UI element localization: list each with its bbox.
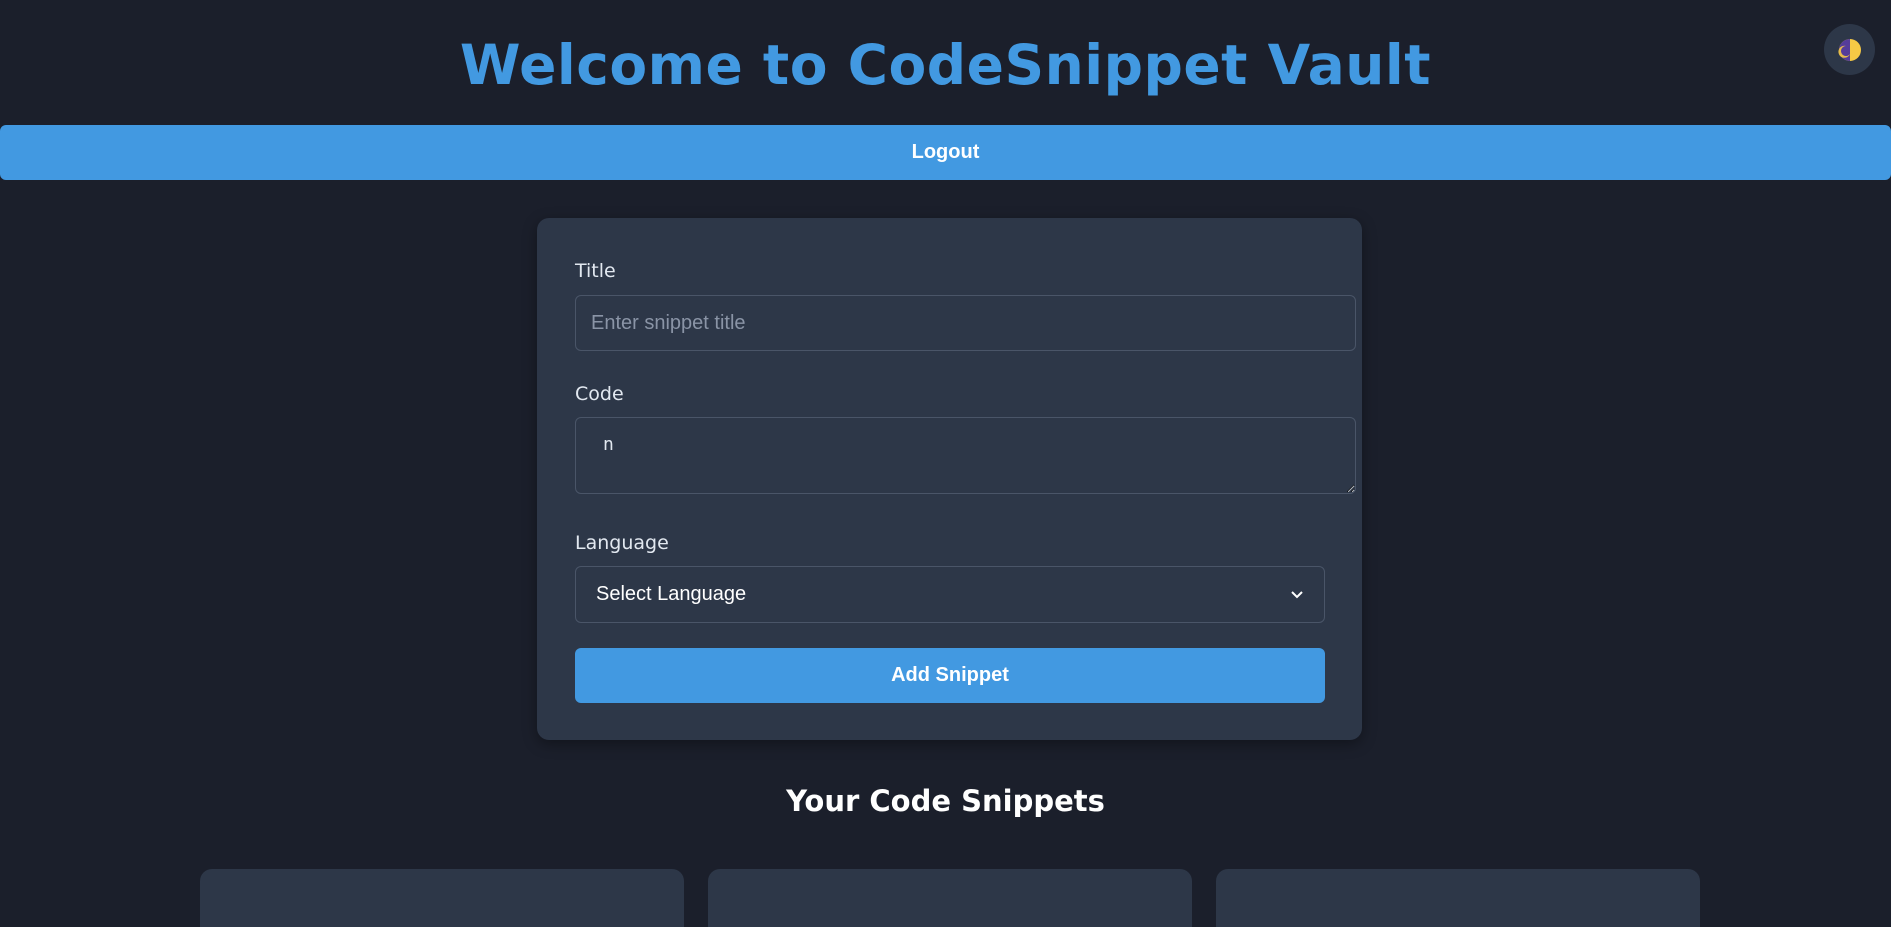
snippet-card xyxy=(200,869,684,927)
theme-toggle-button[interactable] xyxy=(1824,24,1875,75)
language-select[interactable]: Select Language xyxy=(575,566,1325,623)
section-title: Your Code Snippets xyxy=(786,784,1105,818)
snippet-card xyxy=(1216,869,1700,927)
snippet-form: Title Code n Language Select Language Ad… xyxy=(537,218,1362,740)
snippet-card xyxy=(708,869,1192,927)
add-snippet-button[interactable]: Add Snippet xyxy=(575,648,1325,703)
title-input[interactable] xyxy=(575,295,1356,351)
half-moon-icon xyxy=(1837,38,1861,61)
language-label: Language xyxy=(575,532,669,554)
language-select-value: Select Language xyxy=(596,583,747,605)
logout-button[interactable]: Logout xyxy=(0,125,1891,180)
code-label: Code xyxy=(575,383,624,405)
code-textarea[interactable]: n xyxy=(575,417,1356,494)
page: Welcome to CodeSnippet Vault Logout Titl… xyxy=(0,0,1891,927)
page-title: Welcome to CodeSnippet Vault xyxy=(459,33,1432,97)
title-label: Title xyxy=(575,260,616,282)
chevron-down-icon xyxy=(1291,590,1303,598)
